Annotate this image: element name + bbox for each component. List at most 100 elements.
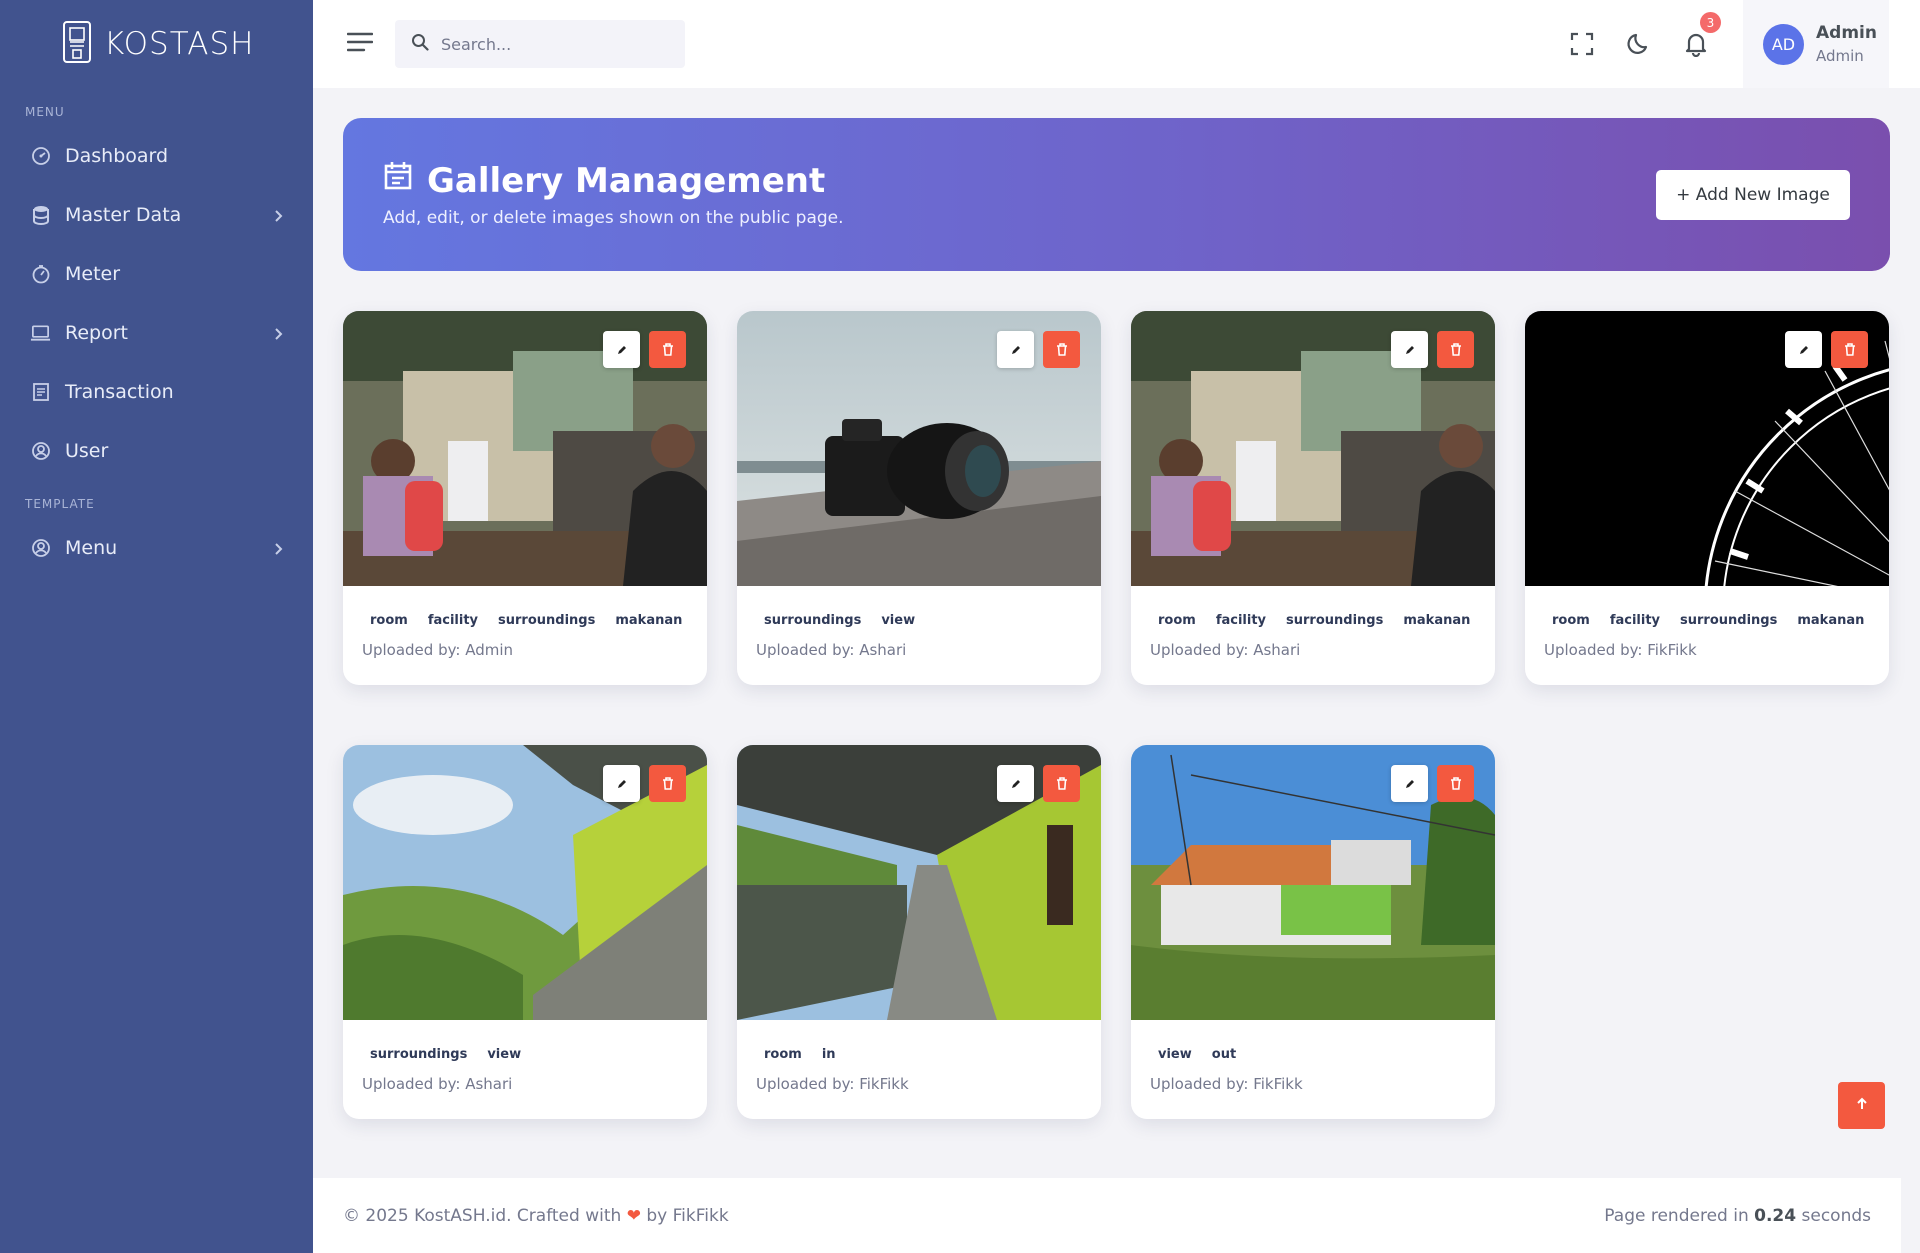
bell-icon[interactable]	[1680, 28, 1712, 60]
trash-icon	[1056, 777, 1068, 790]
tag[interactable]: out	[1204, 1043, 1244, 1066]
notification-badge: 3	[1700, 12, 1721, 33]
sidebar-item-meter[interactable]: Meter	[0, 244, 313, 303]
sidebar-item-master-data[interactable]: Master Data	[0, 185, 313, 244]
delete-button[interactable]	[1437, 765, 1474, 802]
tag[interactable]: view	[873, 609, 923, 632]
pencil-icon	[1404, 778, 1416, 790]
tag[interactable]: room	[756, 1043, 810, 1066]
gallery-card: surroundings view Uploaded by: Ashari	[737, 311, 1101, 685]
pencil-icon	[616, 778, 628, 790]
uploader-text: Uploaded by: Ashari	[362, 1075, 513, 1093]
chevron-right-icon	[273, 539, 283, 561]
tag[interactable]: room	[1544, 609, 1598, 632]
delete-button[interactable]	[1437, 331, 1474, 368]
add-new-image-label: + Add New Image	[1676, 185, 1830, 205]
tag[interactable]: surroundings	[1672, 609, 1785, 632]
edit-button[interactable]	[1785, 331, 1822, 368]
add-new-image-button[interactable]: + Add New Image	[1656, 170, 1850, 220]
trash-icon	[1056, 343, 1068, 356]
trash-icon	[1450, 343, 1462, 356]
delete-button[interactable]	[1831, 331, 1868, 368]
sidebar-item-dashboard[interactable]: Dashboard	[0, 126, 313, 185]
user-role: Admin	[1816, 47, 1864, 65]
uploader-text: Uploaded by: FikFikk	[756, 1075, 909, 1093]
tag[interactable]: view	[1150, 1043, 1200, 1066]
tag[interactable]: surroundings	[1278, 609, 1391, 632]
laptop-icon	[30, 322, 51, 343]
gallery-image[interactable]	[737, 311, 1101, 586]
pencil-icon	[1798, 344, 1810, 356]
scroll-to-top-button[interactable]	[1838, 1082, 1885, 1129]
footer-render-time: Page rendered in 0.24 seconds	[1604, 1206, 1871, 1226]
tag-list: view out	[1150, 1043, 1248, 1066]
dark-mode-moon-icon[interactable]	[1623, 28, 1655, 60]
tag[interactable]: facility	[420, 609, 486, 632]
delete-button[interactable]	[649, 765, 686, 802]
tag[interactable]: facility	[1602, 609, 1668, 632]
user-menu[interactable]: AD Admin Admin	[1743, 0, 1889, 88]
tag[interactable]: surroundings	[490, 609, 603, 632]
brand[interactable]: KOSTASH	[0, 0, 313, 88]
tag[interactable]: view	[479, 1043, 529, 1066]
hamburger-menu-icon[interactable]	[346, 31, 374, 57]
gallery-card: view out Uploaded by: FikFikk	[1131, 745, 1495, 1119]
render-time-label: Page rendered in	[1604, 1205, 1749, 1226]
page-header-banner: Gallery Management Add, edit, or delete …	[343, 118, 1890, 271]
sidebar-item-label: Transaction	[65, 380, 174, 403]
search-box[interactable]	[395, 20, 685, 68]
sidebar-item-label: User	[65, 439, 109, 462]
uploader-text: Uploaded by: Ashari	[1150, 641, 1301, 659]
tag-list: room in	[756, 1043, 848, 1066]
search-input[interactable]	[441, 34, 661, 54]
footer-copyright-text: © 2025 KostASH.id. Crafted with	[343, 1205, 622, 1226]
tag[interactable]: room	[1150, 609, 1204, 632]
tag[interactable]: makanan	[1789, 609, 1872, 632]
fullscreen-icon[interactable]	[1566, 28, 1598, 60]
gallery-image[interactable]	[343, 311, 707, 586]
gallery-card: room facility surroundings makanan Uploa…	[1525, 311, 1889, 685]
edit-button[interactable]	[1391, 765, 1428, 802]
delete-button[interactable]	[649, 331, 686, 368]
tag[interactable]: in	[814, 1043, 844, 1066]
edit-button[interactable]	[603, 765, 640, 802]
page-title: Gallery Management	[427, 160, 826, 201]
pencil-icon	[616, 344, 628, 356]
tag[interactable]: surroundings	[362, 1043, 475, 1066]
tag[interactable]: room	[362, 609, 416, 632]
trash-icon	[662, 343, 674, 356]
uploader-text: Uploaded by: Ashari	[756, 641, 907, 659]
gallery-image[interactable]	[737, 745, 1101, 1020]
gallery-image[interactable]	[343, 745, 707, 1020]
gallery-image[interactable]	[1131, 745, 1495, 1020]
sidebar-item-label: Menu	[65, 536, 118, 559]
delete-button[interactable]	[1043, 331, 1080, 368]
trash-icon	[662, 777, 674, 790]
gallery-image[interactable]	[1131, 311, 1495, 586]
chevron-right-icon	[273, 324, 283, 346]
edit-button[interactable]	[603, 331, 640, 368]
sidebar-item-label: Master Data	[65, 203, 182, 226]
meter-icon	[30, 263, 51, 284]
heart-icon: ❤	[626, 1205, 641, 1226]
sidebar-item-menu[interactable]: Menu	[0, 518, 313, 577]
edit-button[interactable]	[1391, 331, 1428, 368]
edit-button[interactable]	[997, 331, 1034, 368]
tag[interactable]: makanan	[607, 609, 690, 632]
uploader-text: Uploaded by: FikFikk	[1150, 1075, 1303, 1093]
uploader-text: Uploaded by: Admin	[362, 641, 514, 659]
gallery-image[interactable]	[1525, 311, 1889, 586]
sidebar-item-user[interactable]: User	[0, 421, 313, 480]
delete-button[interactable]	[1043, 765, 1080, 802]
tag[interactable]: makanan	[1395, 609, 1478, 632]
tag[interactable]: surroundings	[756, 609, 869, 632]
tag-list: room facility surroundings makanan	[1544, 609, 1876, 632]
tag[interactable]: facility	[1208, 609, 1274, 632]
page-subtitle: Add, edit, or delete images shown on the…	[383, 208, 844, 228]
sidebar-item-transaction[interactable]: Transaction	[0, 362, 313, 421]
sidebar-item-label: Meter	[65, 262, 121, 285]
sidebar-item-report[interactable]: Report	[0, 303, 313, 362]
calendar-icon	[383, 160, 415, 201]
edit-button[interactable]	[997, 765, 1034, 802]
pencil-icon	[1010, 778, 1022, 790]
